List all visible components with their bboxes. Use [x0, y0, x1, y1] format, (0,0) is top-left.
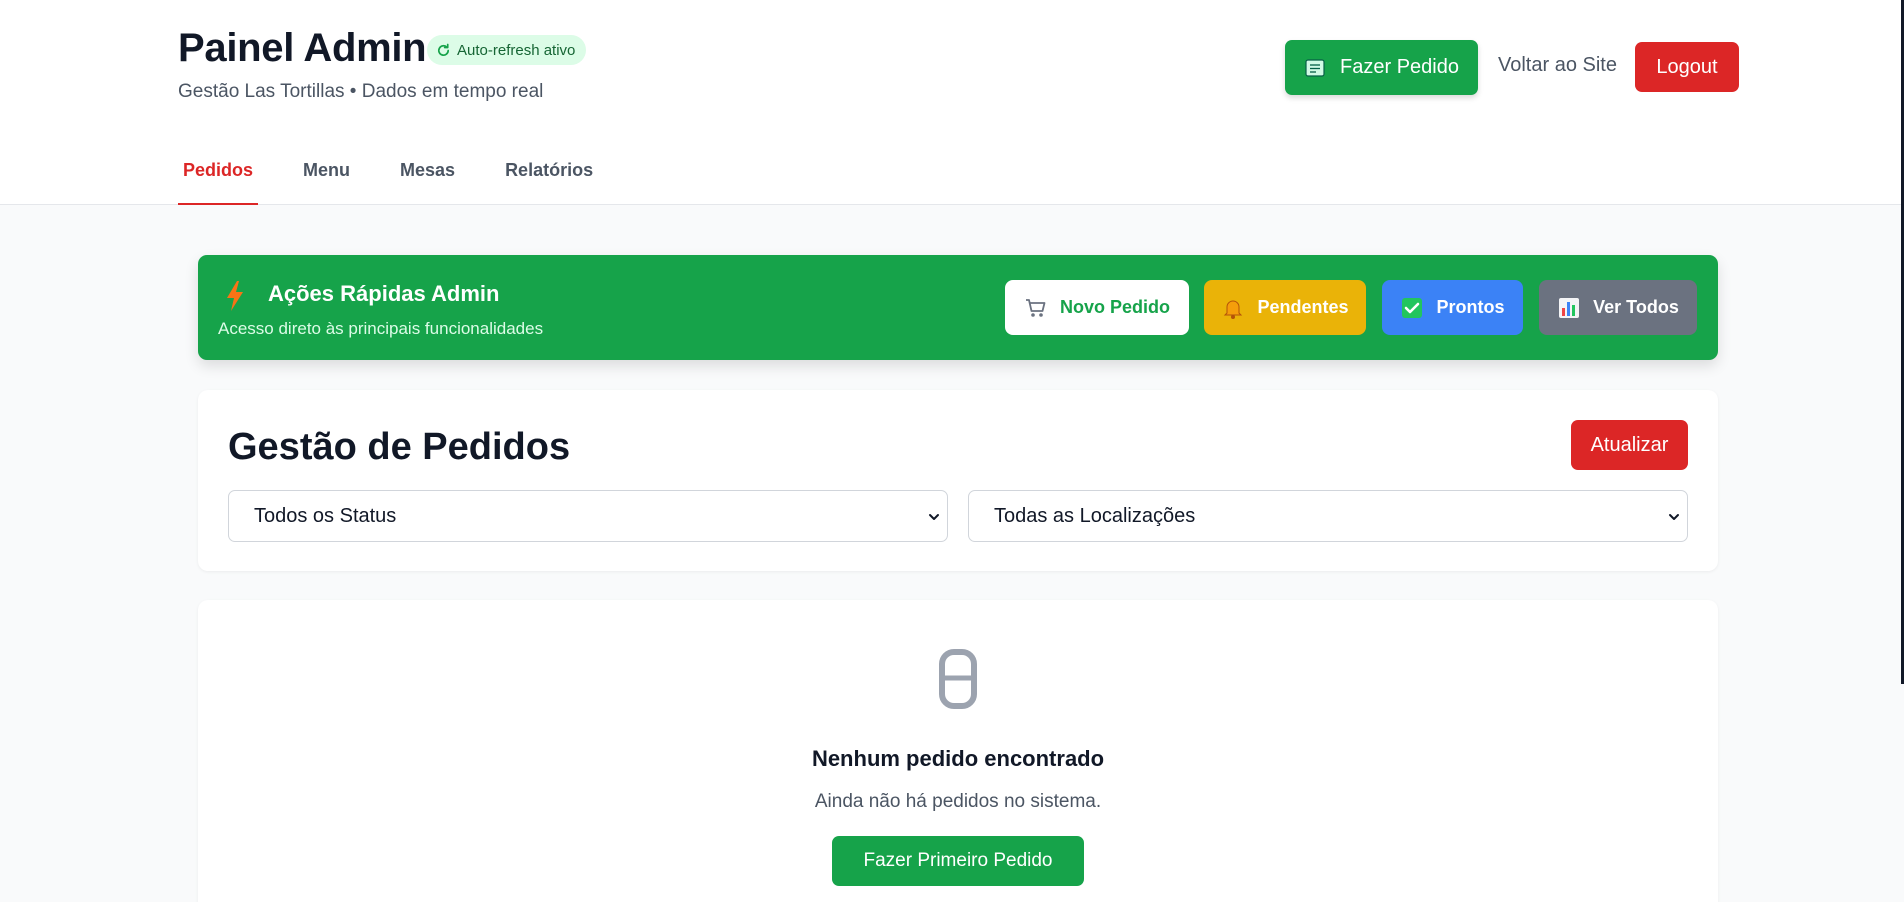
tab-menu[interactable]: Menu	[298, 150, 355, 205]
pendentes-button[interactable]: Pendentes	[1204, 280, 1366, 335]
novo-pedido-button[interactable]: Novo Pedido	[1005, 280, 1189, 335]
novo-pedido-label: Novo Pedido	[1059, 297, 1170, 317]
clipboard-icon	[939, 649, 977, 709]
status-filter-value: Todos os Status	[254, 504, 397, 527]
tab-pedidos[interactable]: Pedidos	[178, 150, 259, 205]
main-tabs: Pedidos Menu Mesas Relatórios	[178, 150, 638, 205]
chart-icon	[1559, 297, 1580, 318]
quick-actions-panel: Ações Rápidas Admin Acesso direto às pri…	[198, 255, 1718, 360]
tab-mesas[interactable]: Mesas	[395, 150, 460, 205]
cart-icon	[1025, 298, 1046, 317]
refresh-icon	[438, 43, 450, 56]
quick-actions-subtitle: Acesso direto às principais funcionalida…	[218, 319, 544, 338]
receipt-icon	[1305, 58, 1325, 77]
top-header: Painel Admin Auto-refresh ativo Gestão L…	[0, 0, 1904, 205]
fazer-primeiro-pedido-button[interactable]: Fazer Primeiro Pedido	[832, 836, 1084, 886]
gestao-pedidos-card: Gestão de Pedidos Atualizar Todos os Sta…	[198, 390, 1718, 571]
prontos-label: Prontos	[1436, 297, 1505, 317]
status-filter-select[interactable]: Todos os Status	[228, 490, 948, 542]
quick-actions-title: Ações Rápidas Admin	[268, 281, 500, 306]
ver-todos-label: Ver Todos	[1593, 297, 1679, 317]
page-title: Painel Admin	[178, 26, 427, 70]
ver-todos-button[interactable]: Ver Todos	[1539, 280, 1697, 335]
page-subtitle: Gestão Las Tortillas • Dados em tempo re…	[178, 81, 544, 102]
chevron-down-icon	[929, 514, 939, 520]
voltar-ao-site-link[interactable]: Voltar ao Site	[1498, 54, 1617, 77]
fazer-pedido-button[interactable]: Fazer Pedido	[1285, 40, 1478, 95]
check-icon	[1402, 297, 1423, 318]
fazer-pedido-label: Fazer Pedido	[1340, 56, 1459, 78]
prontos-button[interactable]: Prontos	[1382, 280, 1523, 335]
autorefresh-label: Auto-refresh ativo	[457, 41, 576, 59]
empty-state-title: Nenhum pedido encontrado	[811, 746, 1105, 771]
autorefresh-badge: Auto-refresh ativo	[427, 35, 587, 65]
section-title: Gestão de Pedidos	[228, 426, 571, 468]
empty-orders-card: Nenhum pedido encontrado Ainda não há pe…	[198, 600, 1718, 902]
logout-button[interactable]: Logout	[1635, 42, 1739, 92]
location-filter-value: Todas as Localizações	[994, 504, 1196, 527]
empty-state-subtitle: Ainda não há pedidos no sistema.	[814, 791, 1102, 812]
lightning-icon	[227, 281, 243, 311]
chevron-down-icon	[1669, 514, 1679, 520]
atualizar-button[interactable]: Atualizar	[1571, 420, 1688, 470]
pendentes-label: Pendentes	[1257, 297, 1349, 317]
location-filter-select[interactable]: Todas as Localizações	[968, 490, 1688, 542]
tab-relatorios[interactable]: Relatórios	[500, 150, 598, 205]
bell-icon	[1224, 300, 1243, 319]
